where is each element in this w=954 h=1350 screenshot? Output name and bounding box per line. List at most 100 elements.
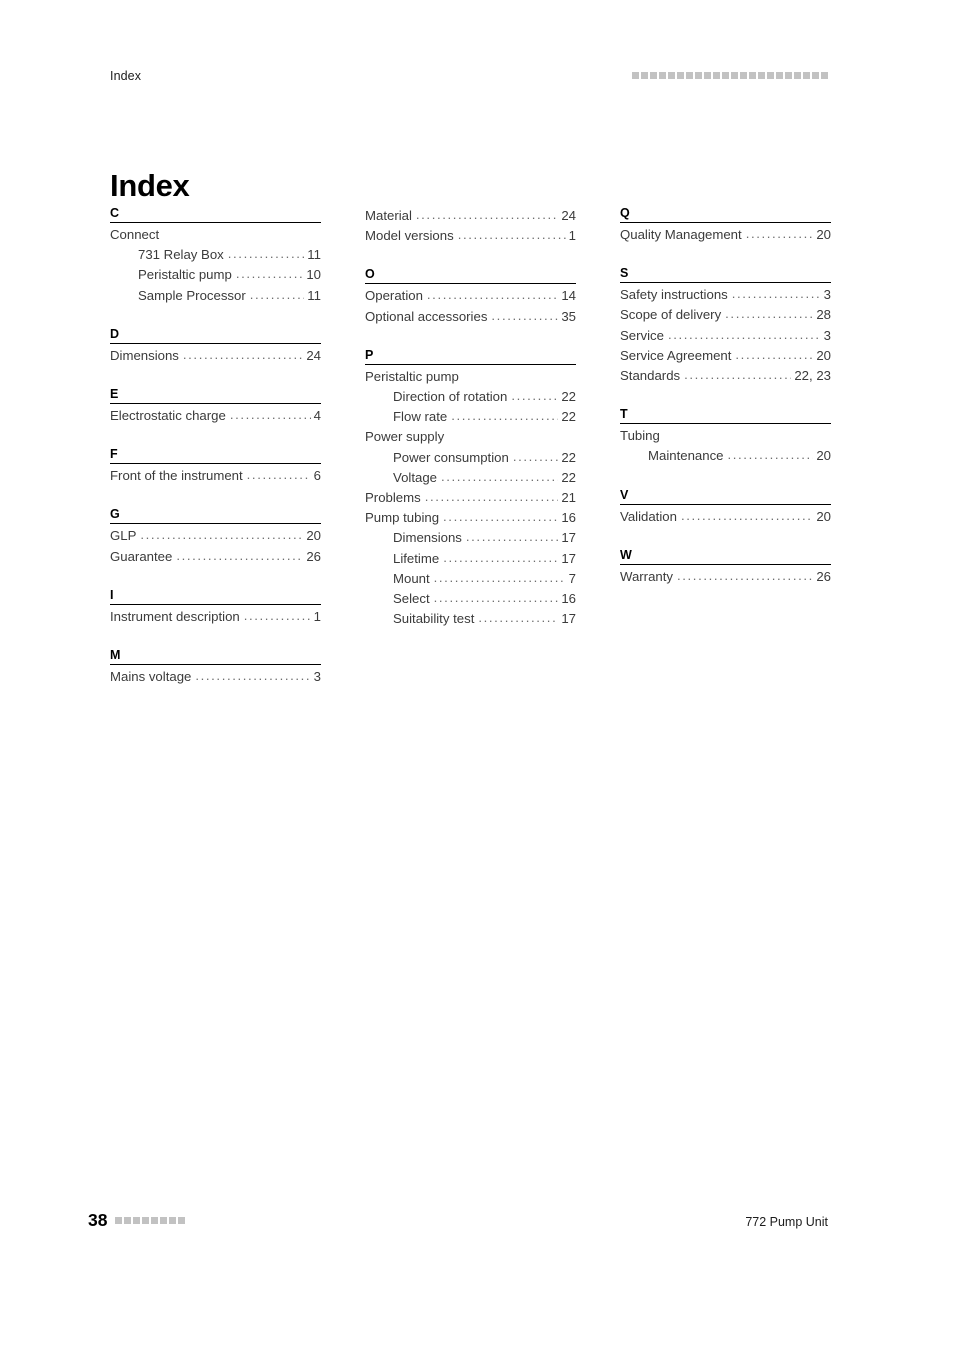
index-subentry[interactable]: Power consumption.......................… [365, 448, 576, 468]
index-entry-page: 20 [816, 448, 831, 464]
decoration-square [686, 72, 693, 79]
decoration-square [704, 72, 711, 79]
index-subentry[interactable]: Direction of rotation...................… [365, 387, 576, 407]
index-subentry[interactable]: Sample Processor........................… [110, 286, 321, 306]
index-entry[interactable]: Service Agreement.......................… [620, 346, 831, 366]
index-entry-text: Service Agreement [620, 347, 732, 363]
leader-dots: ........................................… [182, 346, 303, 362]
leader-dots: ........................................… [725, 306, 813, 322]
decoration-square [794, 72, 801, 79]
letter-heading: F [110, 447, 321, 465]
index-entry[interactable]: Optional accessories....................… [365, 307, 576, 327]
index-entry-text: Operation [365, 288, 423, 304]
index-entry-page: 17 [561, 550, 576, 566]
index-entry-text: Front of the instrument [110, 468, 243, 484]
decoration-square [695, 72, 702, 79]
decoration-square [785, 72, 792, 79]
letter-group: SSafety instructions....................… [620, 266, 831, 386]
index-entry-text: Maintenance [648, 448, 724, 464]
index-entry[interactable]: Problems................................… [365, 488, 576, 508]
index-subentry[interactable]: Select..................................… [365, 589, 576, 609]
index-entry-page: 22 [561, 389, 576, 405]
index-entry[interactable]: Model versions..........................… [365, 226, 576, 246]
index-subentry[interactable]: Suitability test........................… [365, 609, 576, 629]
index-entry-text: Select [393, 591, 430, 607]
leader-dots: ........................................… [511, 388, 559, 404]
index-entry[interactable]: Safety instructions.....................… [620, 285, 831, 305]
index-entry-page: 22 [561, 449, 576, 465]
index-entry-page: 35 [561, 308, 576, 324]
leader-dots: ........................................… [227, 246, 305, 262]
index-entry[interactable]: Tubing..................................… [620, 426, 831, 446]
letter-heading: C [110, 206, 321, 223]
index-entry-page: 1 [313, 608, 321, 624]
index-entry-text: Flow rate [393, 409, 448, 425]
index-subentry[interactable]: Mount...................................… [365, 569, 576, 589]
index-entry[interactable]: Electrostatic charge....................… [110, 406, 321, 426]
index-subentry[interactable]: Voltage.................................… [365, 468, 576, 488]
index-entry-text: Mains voltage [110, 669, 192, 685]
index-entry[interactable]: Standards...............................… [620, 366, 831, 386]
index-entry[interactable]: Material................................… [365, 206, 576, 226]
footer-decoration-squares [115, 1216, 186, 1224]
index-entry[interactable]: Warranty................................… [620, 567, 831, 587]
index-entry[interactable]: Instrument description..................… [110, 607, 321, 627]
decoration-square [758, 72, 765, 79]
index-entry-page: 21 [561, 490, 576, 506]
letter-heading: I [110, 588, 321, 605]
index-entry-text: Peristaltic pump [365, 368, 459, 384]
leader-dots: ........................................… [441, 468, 558, 484]
index-entry-page: 26 [306, 548, 321, 564]
index-entry[interactable]: Peristaltic pump........................… [365, 367, 576, 387]
index-entry-page: 16 [561, 591, 576, 607]
decoration-square [722, 72, 729, 79]
index-entry[interactable]: Power supply............................… [365, 427, 576, 447]
leader-dots: ........................................… [478, 610, 558, 626]
index-subentry[interactable]: Peristaltic pump........................… [110, 265, 321, 285]
leader-dots: ........................................… [235, 266, 304, 282]
index-entry[interactable]: GLP.....................................… [110, 526, 321, 546]
decoration-square [767, 72, 774, 79]
index-entry[interactable]: Service.................................… [620, 326, 831, 346]
running-header: Index [110, 68, 844, 88]
decoration-square [142, 1216, 150, 1224]
letter-group: V Validation.............................… [620, 488, 831, 527]
index-entry[interactable]: Mains voltage...........................… [110, 667, 321, 687]
index-entry[interactable]: Connect.................................… [110, 225, 321, 245]
index-entry[interactable]: Pump tubing.............................… [365, 508, 576, 528]
index-subentry[interactable]: Flow rate...............................… [365, 407, 576, 427]
index-subentry[interactable]: Maintenance.............................… [620, 446, 831, 466]
index-columns: C Connect................................… [110, 206, 832, 687]
index-entry-page: 20 [306, 528, 321, 544]
index-entry[interactable]: Dimensions..............................… [110, 346, 321, 366]
index-subentry[interactable]: Dimensions..............................… [365, 528, 576, 548]
index-subentry[interactable]: Lifetime................................… [365, 549, 576, 569]
index-subentry[interactable]: 731 Relay Box...........................… [110, 245, 321, 265]
leader-dots: ........................................… [426, 287, 559, 303]
index-entry-text: Optional accessories [365, 308, 488, 324]
index-entry[interactable]: Quality Management......................… [620, 225, 831, 245]
index-entry[interactable]: Operation...............................… [365, 286, 576, 306]
decoration-square [803, 72, 810, 79]
letter-group: C Connect................................… [110, 206, 321, 306]
index-entry-text: Peristaltic pump [138, 267, 232, 283]
index-entry[interactable]: Validation..............................… [620, 507, 831, 527]
leader-dots: ........................................… [677, 567, 813, 583]
leader-dots: ........................................… [727, 447, 814, 463]
index-entry[interactable]: Front of the instrument.................… [110, 466, 321, 486]
leader-dots: ........................................… [680, 507, 813, 523]
index-entry[interactable]: Scope of delivery.......................… [620, 305, 831, 325]
index-entry-text: Guarantee [110, 548, 173, 564]
index-entry-text: Warranty [620, 568, 674, 584]
leader-dots: ........................................… [140, 527, 304, 543]
index-entry[interactable]: Guarantee...............................… [110, 547, 321, 567]
page-number: 38 [88, 1210, 108, 1230]
